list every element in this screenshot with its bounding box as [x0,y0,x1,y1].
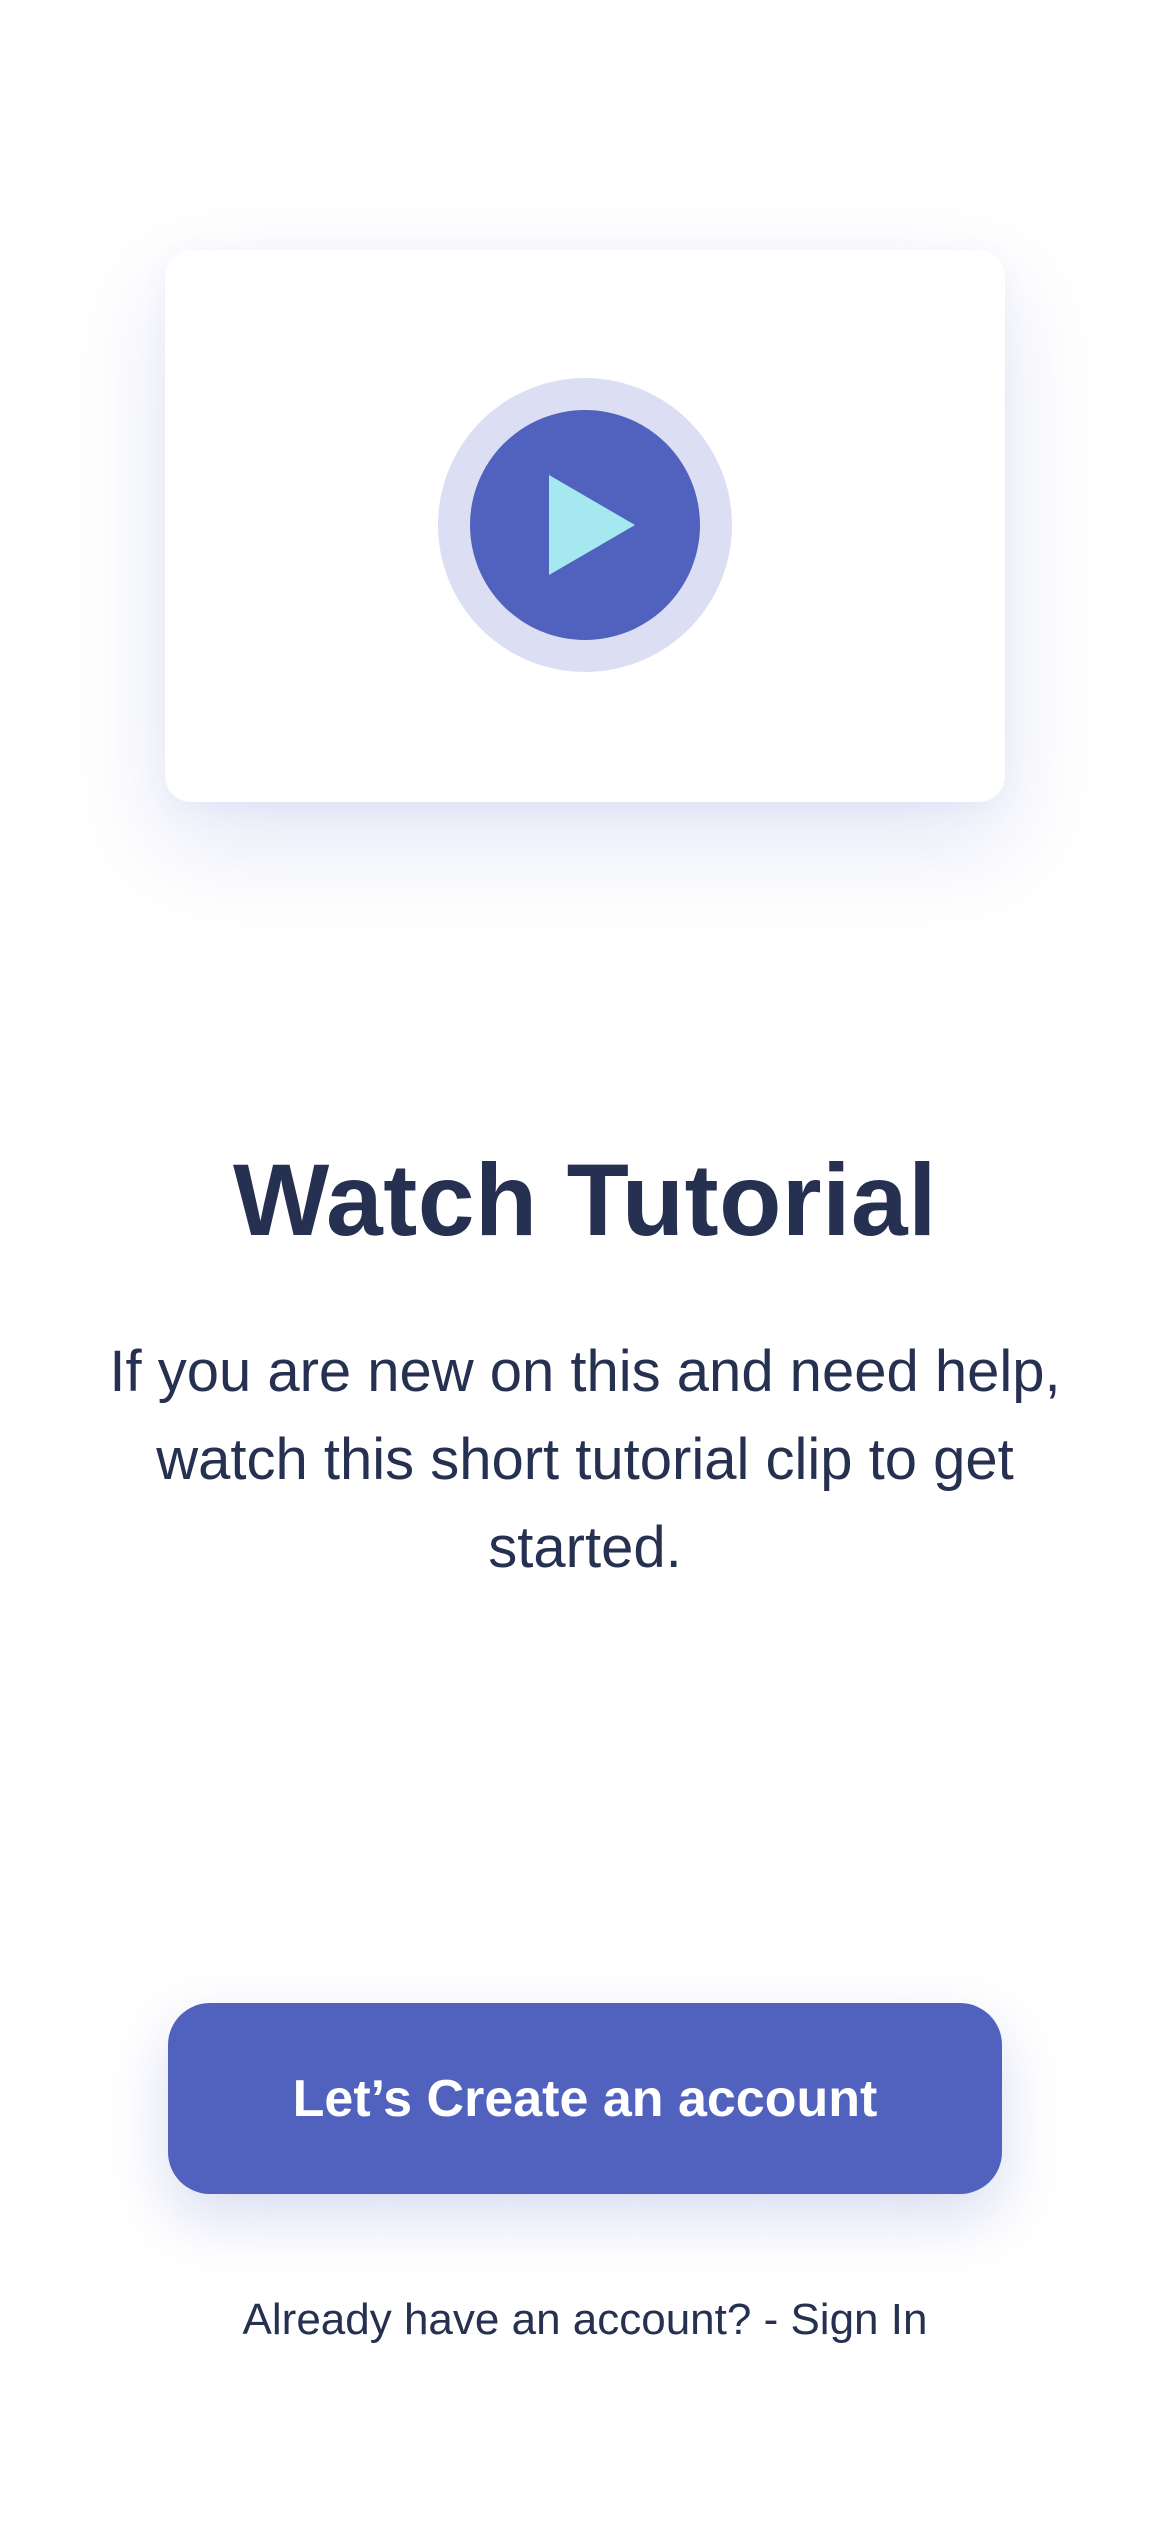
page-description: If you are new on this and need help, wa… [109,1339,1061,1580]
play-icon [549,475,635,575]
sign-in-link[interactable]: Sign In [790,2295,927,2344]
signin-prompt: Already have an account? - Sign In [0,2290,1170,2350]
play-button[interactable] [438,378,732,672]
signin-prompt-text: Already have an account? - [242,2295,791,2344]
page-title: Watch Tutorial [233,1143,937,1257]
tutorial-video-card[interactable] [165,250,1005,802]
create-account-button[interactable]: Let’s Create an account [168,2003,1002,2194]
play-button-inner [470,410,700,640]
